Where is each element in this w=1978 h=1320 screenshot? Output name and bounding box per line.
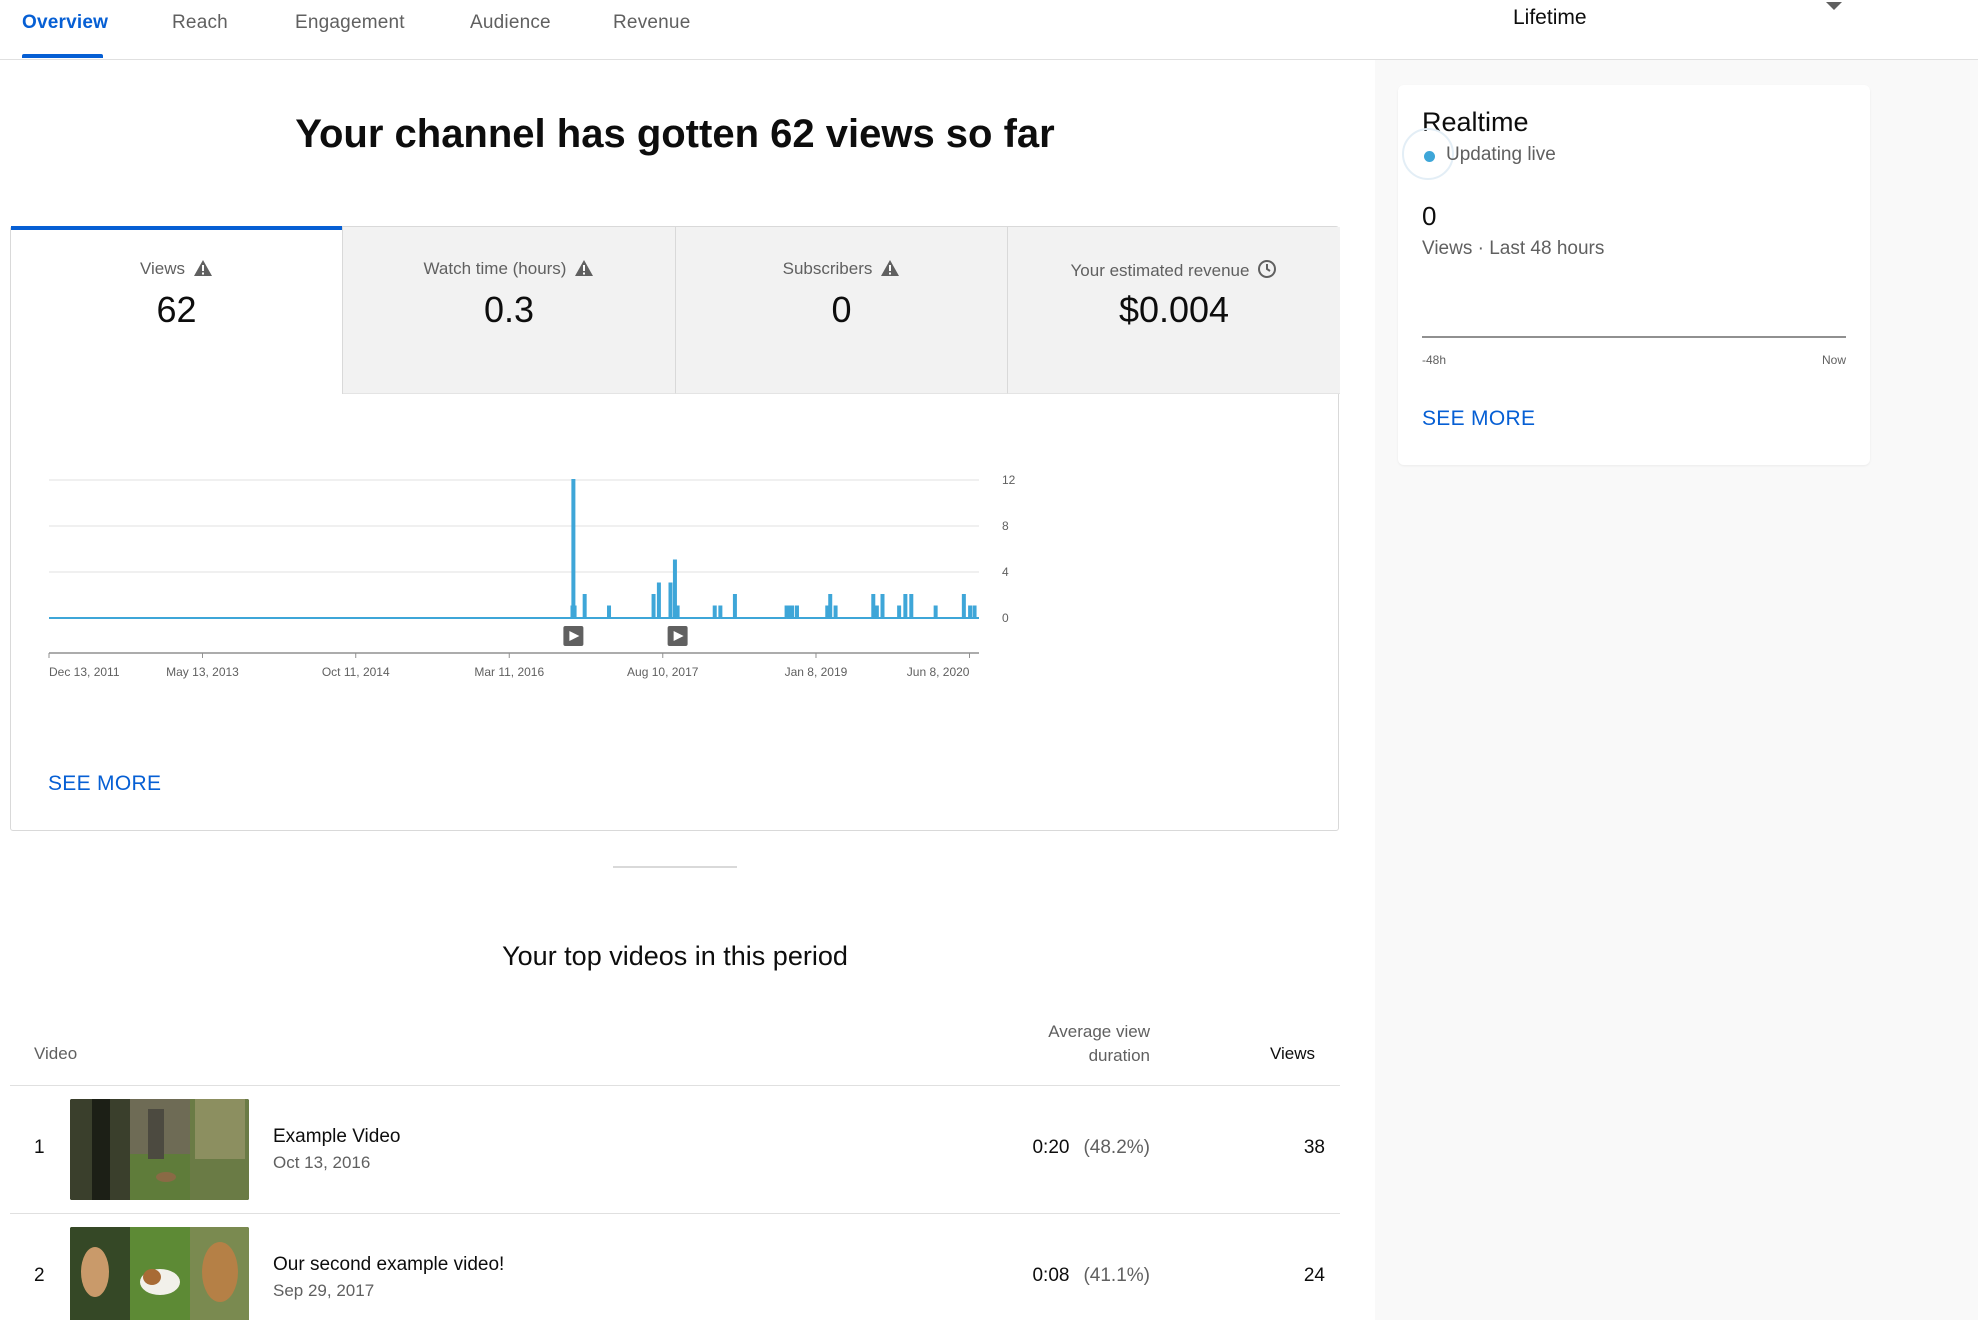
realtime-chart-axis (1422, 336, 1846, 338)
duration-percent: (41.1%) (1083, 1265, 1150, 1286)
realtime-status: Updating live (1446, 144, 1556, 165)
realtime-views-value: 0 (1422, 201, 1437, 231)
data-point-spike (669, 583, 672, 618)
row-rank: 1 (34, 1137, 45, 1158)
data-point-spike (608, 606, 611, 618)
data-point-spike (791, 606, 794, 618)
live-dot-icon (1424, 151, 1435, 162)
data-point-spike (652, 595, 655, 618)
x-axis-tick-label: Aug 10, 2017 (627, 665, 699, 679)
views-chart: 12 8 4 0 Dec 13, 2011 May 13, 2013 Oct 11, 201… (48, 473, 1016, 679)
tab-reach[interactable]: Reach (172, 0, 228, 58)
x-axis-tick-label: Jan 8, 2019 (785, 665, 848, 679)
y-axis-tick-label: 4 (1002, 565, 1009, 579)
data-point-spike (657, 583, 660, 618)
data-point-spike (829, 595, 832, 618)
data-point-spike (969, 606, 972, 618)
avg-view-duration: 0:20 (48.2%) (1010, 1137, 1150, 1159)
table-row[interactable]: 2 Our second example video! Sep 29, 2017… (10, 1214, 1340, 1320)
tab-audience[interactable]: Audience (470, 0, 551, 58)
tab-revenue[interactable]: Revenue (613, 0, 690, 58)
chevron-down-icon[interactable] (1826, 2, 1842, 10)
x-axis-tick-label: May 13, 2013 (166, 665, 239, 679)
column-header-avg-duration[interactable]: Average view duration (1000, 1020, 1150, 1068)
analytics-tab-bar: Overview Reach Engagement Audience Reven… (0, 0, 1978, 60)
data-point-spike (962, 595, 965, 618)
video-date: Sep 29, 2017 (273, 1281, 375, 1300)
data-point-spike (973, 606, 976, 618)
page-title: Your channel has gotten 62 views so far (295, 112, 1055, 156)
tab-overview[interactable]: Overview (22, 0, 108, 58)
data-point-spike (583, 595, 586, 618)
realtime-axis-end: Now (1821, 353, 1846, 367)
column-header-video: Video (34, 1044, 78, 1063)
realtime-see-more-link[interactable]: SEE MORE (1422, 407, 1535, 431)
views-series-line (49, 479, 979, 619)
tab-engagement[interactable]: Engagement (295, 0, 405, 58)
duration-value: 0:08 (1032, 1265, 1070, 1286)
data-point-spike (910, 595, 913, 618)
see-more-link[interactable]: SEE MORE (48, 772, 161, 796)
video-date: Oct 13, 2016 (273, 1153, 371, 1172)
data-point-spike (673, 560, 676, 618)
realtime-axis-start: -48h (1422, 353, 1447, 367)
video-thumbnail[interactable] (70, 1099, 249, 1200)
data-point-spike (898, 606, 901, 618)
column-header-views[interactable]: Views (1200, 1044, 1315, 1064)
data-point-spike (834, 606, 837, 618)
y-axis-tick-label: 12 (1002, 473, 1016, 487)
data-point-spike (676, 606, 679, 618)
section-divider (613, 866, 737, 868)
video-marker-play-icon[interactable] (563, 626, 584, 646)
x-axis-tick-label: Dec 13, 2011 (49, 665, 120, 679)
y-axis-tick-label: 0 (1002, 611, 1009, 625)
table-row[interactable]: 1 Example Video Oct 13, 2016 0:20 (48.2%)… (10, 1086, 1340, 1213)
data-point-spike (733, 595, 736, 618)
data-point-spike (572, 480, 575, 618)
data-point-spike (904, 595, 907, 618)
row-rank: 2 (34, 1265, 45, 1286)
data-point-spike (934, 606, 937, 618)
data-point-spike (795, 606, 798, 618)
overview-card: Views 62 Watch time (hours) 0.3 Subscrib… (10, 226, 1340, 831)
video-views: 38 (1303, 1137, 1325, 1158)
realtime-card: Realtime Updating live 0 Views · Last 48… (1398, 85, 1870, 465)
video-marker-play-icon[interactable] (667, 626, 688, 646)
data-point-spike (872, 595, 875, 618)
active-tab-indicator (22, 54, 103, 58)
data-point-spike (713, 606, 716, 618)
x-axis-tick-label: Jun 8, 2020 (907, 665, 970, 679)
realtime-views-label: Views · Last 48 hours (1422, 238, 1605, 259)
duration-value: 0:20 (1032, 1137, 1070, 1158)
data-point-spike (785, 606, 788, 618)
video-title-link[interactable]: Example Video (273, 1126, 400, 1148)
data-point-spike (826, 606, 829, 618)
data-point-spike (788, 606, 791, 618)
data-point-spike (719, 606, 722, 618)
avg-view-duration: 0:08 (41.1%) (1010, 1265, 1150, 1287)
top-videos-title: Your top videos in this period (502, 941, 848, 971)
x-axis-tick-label: Mar 11, 2016 (474, 665, 544, 679)
data-point-spike (875, 606, 878, 618)
video-thumbnail[interactable] (70, 1227, 249, 1320)
video-views: 24 (1303, 1265, 1325, 1286)
period-selector[interactable]: Lifetime (1513, 6, 1587, 30)
data-point-spike (881, 595, 884, 618)
duration-percent: (48.2%) (1083, 1137, 1150, 1158)
x-axis-tick-label: Oct 11, 2014 (322, 665, 390, 679)
y-axis-tick-label: 8 (1002, 519, 1009, 533)
video-title-link[interactable]: Our second example video! (273, 1254, 504, 1276)
data-point-spike (573, 606, 576, 618)
